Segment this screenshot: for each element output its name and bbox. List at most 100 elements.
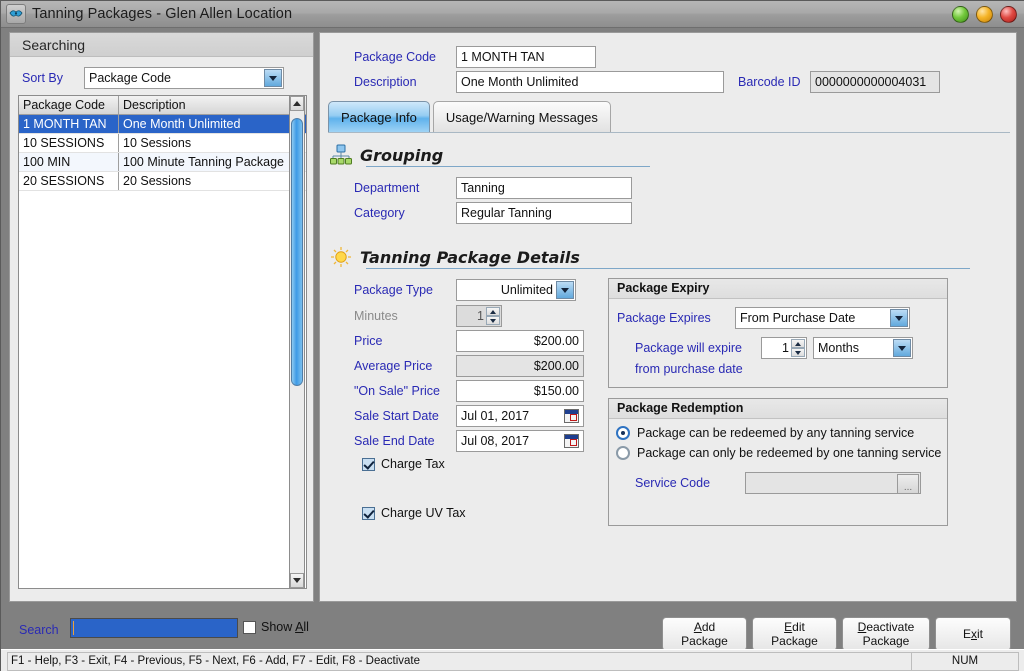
department-label: Department [354, 181, 420, 195]
cell-description: One Month Unlimited [123, 117, 241, 131]
minimize-button[interactable] [952, 6, 969, 23]
will-expire-row: Package will expire 1 Months [635, 337, 947, 359]
package-expires-label: Package Expires [617, 311, 711, 325]
service-code-label: Service Code [635, 476, 711, 490]
close-button[interactable] [1000, 6, 1017, 23]
charge-uv-tax-label: Charge UV Tax [381, 506, 466, 520]
expiry-amount-value: 1 [782, 341, 789, 355]
minutes-value: 1 [477, 309, 484, 323]
stepper-up-icon[interactable] [791, 339, 805, 348]
chevron-down-icon[interactable] [264, 69, 282, 87]
text-caret [73, 621, 74, 635]
charge-uv-tax-checkbox[interactable] [362, 506, 375, 520]
stepper-down-icon[interactable] [791, 348, 805, 357]
expiry-amount-stepper[interactable]: 1 [761, 337, 807, 359]
redeem-any-radio[interactable] [616, 426, 630, 440]
search-panel-header: Searching [10, 33, 313, 57]
package-code-input[interactable]: 1 MONTH TAN [456, 46, 596, 68]
chevron-down-icon[interactable] [893, 339, 911, 357]
calendar-icon[interactable] [564, 434, 579, 448]
app-logo-icon [6, 4, 26, 24]
main-body: Searching Sort By Package Code Package C… [1, 28, 1024, 606]
package-expires-select[interactable]: From Purchase Date [735, 307, 910, 329]
package-type-label: Package Type [354, 283, 433, 297]
charge-tax-label: Charge Tax [381, 457, 445, 471]
application-window: Tanning Packages - Glen Allen Location S… [0, 0, 1024, 671]
table-row[interactable]: 20 SESSIONS 20 Sessions [19, 172, 306, 191]
description-input[interactable]: One Month Unlimited [456, 71, 724, 93]
table-row[interactable]: 10 SESSIONS 10 Sessions [19, 134, 306, 153]
barcode-row: Barcode ID 0000000000004031 [738, 71, 940, 93]
charge-uv-tax-row[interactable]: Charge UV Tax [362, 506, 466, 520]
column-header-package-code[interactable]: Package Code [19, 96, 119, 114]
title-bar: Tanning Packages - Glen Allen Location [1, 1, 1024, 28]
detail-panel: Package Code 1 MONTH TAN Description One… [319, 32, 1017, 602]
package-details-section-header: Tanning Package Details [330, 246, 580, 268]
sale-end-date-label: Sale End Date [354, 434, 435, 448]
on-sale-price-input[interactable]: $150.00 [456, 380, 584, 402]
grouping-section-header: Grouping [330, 144, 443, 166]
window-title: Tanning Packages - Glen Allen Location [32, 6, 293, 22]
cell-package-code: 20 SESSIONS [19, 172, 119, 190]
description-label: Description [354, 75, 417, 89]
sale-end-date-input[interactable]: Jul 08, 2017 [456, 430, 584, 452]
search-input[interactable] [70, 618, 238, 638]
package-type-select[interactable]: Unlimited [456, 279, 576, 301]
redeem-any-option[interactable]: Package can be redeemed by any tanning s… [616, 426, 947, 440]
redeem-one-label: Package can only be redeemed by one tann… [637, 446, 942, 460]
browse-service-code-button[interactable]: ... [897, 473, 919, 494]
price-input[interactable]: $200.00 [456, 330, 584, 352]
package-type-value: Unlimited [500, 283, 553, 297]
package-expires-row: Package Expires From Purchase Date [617, 307, 947, 329]
edit-package-button[interactable]: Edit Package [752, 617, 837, 651]
on-sale-price-row: "On Sale" Price $150.00 [354, 380, 584, 402]
sort-by-select[interactable]: Package Code [84, 67, 284, 89]
sort-by-label: Sort By [22, 71, 63, 85]
chevron-down-icon[interactable] [556, 281, 574, 299]
sale-start-date-label: Sale Start Date [354, 409, 439, 423]
table-row[interactable]: 1 MONTH TAN One Month Unlimited [19, 115, 306, 134]
category-input[interactable]: Regular Tanning [456, 202, 632, 224]
redeem-one-radio[interactable] [616, 446, 630, 460]
tab-usage-warning-messages[interactable]: Usage/Warning Messages [432, 101, 611, 133]
redeem-one-option[interactable]: Package can only be redeemed by one tann… [616, 446, 947, 460]
deactivate-package-button[interactable]: Deactivate Package [842, 617, 930, 651]
column-header-description[interactable]: Description [119, 96, 306, 114]
exit-button[interactable]: Exit [935, 617, 1011, 651]
cell-package-code: 1 MONTH TAN [19, 115, 119, 133]
package-details-rule [366, 268, 970, 269]
tab-package-info[interactable]: Package Info [328, 101, 430, 133]
list-scrollbar[interactable] [289, 95, 305, 589]
charge-tax-row[interactable]: Charge Tax [362, 457, 445, 471]
status-num-indicator: NUM [911, 651, 1019, 671]
department-input[interactable]: Tanning [456, 177, 632, 199]
package-list[interactable]: Package Code Description 1 MONTH TAN One… [18, 95, 307, 589]
package-expiry-group: Package Expiry Package Expires From Purc… [608, 278, 948, 388]
package-redemption-group: Package Redemption Package can be redeem… [608, 398, 948, 526]
scroll-up-icon[interactable] [290, 96, 304, 111]
charge-tax-checkbox[interactable] [362, 457, 375, 471]
barcode-label: Barcode ID [738, 75, 801, 89]
scroll-down-icon[interactable] [290, 573, 304, 588]
add-package-button[interactable]: Add Package [662, 617, 747, 651]
average-price-value: $200.00 [456, 355, 584, 377]
edit-package-line2: Package [771, 634, 818, 648]
grouping-rule [366, 166, 650, 167]
average-price-row: Average Price $200.00 [354, 355, 584, 377]
maximize-button[interactable] [976, 6, 993, 23]
table-row[interactable]: 100 MIN 100 Minute Tanning Package [19, 153, 306, 172]
expiry-unit-select[interactable]: Months [813, 337, 913, 359]
sale-start-date-input[interactable]: Jul 01, 2017 [456, 405, 584, 427]
tab-package-info-label: Package Info [341, 109, 417, 125]
scrollbar-thumb[interactable] [291, 118, 303, 386]
barcode-value: 0000000000004031 [810, 71, 940, 93]
package-code-label: Package Code [354, 50, 437, 64]
calendar-icon[interactable] [564, 409, 579, 423]
minutes-label: Minutes [354, 309, 398, 323]
list-header: Package Code Description [19, 96, 306, 115]
price-row: Price $200.00 [354, 330, 584, 352]
category-row: Category Regular Tanning [354, 202, 632, 224]
show-all-toggle[interactable]: Show All [243, 620, 309, 634]
chevron-down-icon[interactable] [890, 309, 908, 327]
show-all-checkbox[interactable] [243, 620, 256, 634]
